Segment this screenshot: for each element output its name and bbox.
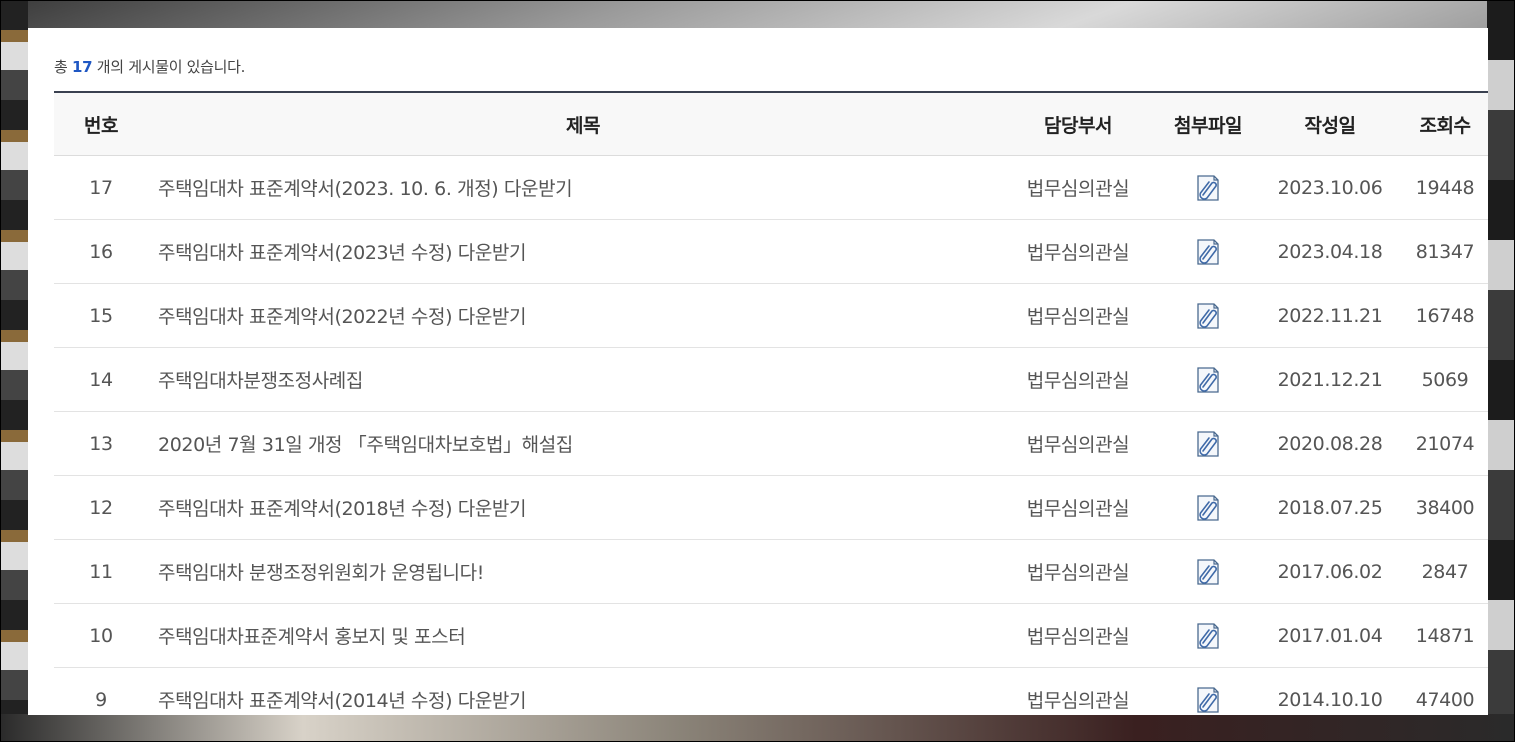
row-attachment-cell <box>1148 667 1268 715</box>
row-number: 14 <box>54 347 148 412</box>
row-views: 81347 <box>1392 219 1488 284</box>
row-attachment-cell <box>1148 219 1268 284</box>
row-dept: 법무심의관실 <box>1008 539 1148 604</box>
board-panel: 총 17 개의 게시물이 있습니다. 번호 제목 담당부서 첨부파일 작성일 조… <box>28 28 1488 715</box>
header-date: 작성일 <box>1268 92 1392 156</box>
row-title-cell: 주택임대차분쟁조정사례집 <box>148 347 1008 412</box>
row-dept: 법무심의관실 <box>1008 475 1148 540</box>
row-date: 2022.11.21 <box>1268 283 1392 348</box>
header-dept: 담당부서 <box>1008 92 1148 156</box>
table-header: 번호 제목 담당부서 첨부파일 작성일 조회수 <box>54 92 1488 156</box>
row-views: 14871 <box>1392 603 1488 668</box>
paperclip-icon[interactable] <box>1194 301 1222 331</box>
row-title-cell: 주택임대차 표준계약서(2023년 수정) 다운받기 <box>148 219 1008 284</box>
row-views: 47400 <box>1392 667 1488 715</box>
row-title-link[interactable]: 주택임대차 표준계약서(2023. 10. 6. 개정) 다운받기 <box>158 178 573 200</box>
board-table: 번호 제목 담당부서 첨부파일 작성일 조회수 17 주택임대차 표준계약서(2… <box>54 91 1488 715</box>
row-title-cell: 주택임대차 표준계약서(2022년 수정) 다운받기 <box>148 283 1008 348</box>
table-row: 11 주택임대차 분쟁조정위원회가 운영됩니다! 법무심의관실 2017.06.… <box>54 539 1488 604</box>
row-title-link[interactable]: 주택임대차표준계약서 홍보지 및 포스터 <box>158 626 466 648</box>
row-views: 16748 <box>1392 283 1488 348</box>
row-number: 16 <box>54 219 148 284</box>
post-count-summary: 총 17 개의 게시물이 있습니다. <box>54 56 245 77</box>
table-row: 13 2020년 7월 31일 개정 「주택임대차보호법」해설집 법무심의관실 … <box>54 411 1488 476</box>
table-row: 14 주택임대차분쟁조정사례집 법무심의관실 2021.12.21 5069 <box>54 347 1488 412</box>
paperclip-icon[interactable] <box>1194 557 1222 587</box>
background-left-bookshelf <box>0 0 28 742</box>
background-bottom-furniture <box>0 714 1515 742</box>
row-title-cell: 주택임대차 분쟁조정위원회가 운영됩니다! <box>148 539 1008 604</box>
row-title-cell: 주택임대차 표준계약서(2018년 수정) 다운받기 <box>148 475 1008 540</box>
row-number: 15 <box>54 283 148 348</box>
row-number: 10 <box>54 603 148 668</box>
row-date: 2023.04.18 <box>1268 219 1392 284</box>
table-row: 16 주택임대차 표준계약서(2023년 수정) 다운받기 법무심의관실 202… <box>54 219 1488 284</box>
table-row: 9 주택임대차 표준계약서(2014년 수정) 다운받기 법무심의관실 2014… <box>54 667 1488 715</box>
row-number: 12 <box>54 475 148 540</box>
row-number: 13 <box>54 411 148 476</box>
row-number: 11 <box>54 539 148 604</box>
row-date: 2023.10.06 <box>1268 155 1392 220</box>
row-title-cell: 2020년 7월 31일 개정 「주택임대차보호법」해설집 <box>148 411 1008 476</box>
header-file: 첨부파일 <box>1148 92 1268 156</box>
row-dept: 법무심의관실 <box>1008 411 1148 476</box>
row-views: 21074 <box>1392 411 1488 476</box>
paperclip-icon[interactable] <box>1194 685 1222 715</box>
row-dept: 법무심의관실 <box>1008 603 1148 668</box>
summary-suffix: 개의 게시물이 있습니다. <box>96 58 246 76</box>
table-row: 17 주택임대차 표준계약서(2023. 10. 6. 개정) 다운받기 법무심… <box>54 155 1488 220</box>
row-attachment-cell <box>1148 155 1268 220</box>
paperclip-icon[interactable] <box>1194 493 1222 523</box>
row-attachment-cell <box>1148 539 1268 604</box>
header-title: 제목 <box>148 92 1008 156</box>
row-title-link[interactable]: 주택임대차 분쟁조정위원회가 운영됩니다! <box>158 562 484 584</box>
row-dept: 법무심의관실 <box>1008 219 1148 284</box>
row-views: 2847 <box>1392 539 1488 604</box>
row-title-link[interactable]: 주택임대차 표준계약서(2018년 수정) 다운받기 <box>158 498 526 520</box>
table-row: 10 주택임대차표준계약서 홍보지 및 포스터 법무심의관실 2017.01.0… <box>54 603 1488 668</box>
row-dept: 법무심의관실 <box>1008 283 1148 348</box>
paperclip-icon[interactable] <box>1194 237 1222 267</box>
row-attachment-cell <box>1148 475 1268 540</box>
paperclip-icon[interactable] <box>1194 621 1222 651</box>
row-attachment-cell <box>1148 283 1268 348</box>
table-row: 15 주택임대차 표준계약서(2022년 수정) 다운받기 법무심의관실 202… <box>54 283 1488 348</box>
row-views: 5069 <box>1392 347 1488 412</box>
row-number: 9 <box>54 667 148 715</box>
row-title-cell: 주택임대차표준계약서 홍보지 및 포스터 <box>148 603 1008 668</box>
paperclip-icon[interactable] <box>1194 365 1222 395</box>
row-dept: 법무심의관실 <box>1008 667 1148 715</box>
row-number: 17 <box>54 155 148 220</box>
row-title-cell: 주택임대차 표준계약서(2014년 수정) 다운받기 <box>148 667 1008 715</box>
header-no: 번호 <box>54 92 148 156</box>
row-attachment-cell <box>1148 603 1268 668</box>
row-attachment-cell <box>1148 411 1268 476</box>
row-date: 2014.10.10 <box>1268 667 1392 715</box>
row-title-link[interactable]: 주택임대차분쟁조정사례집 <box>158 370 363 392</box>
background-right-decor <box>1487 0 1515 742</box>
row-title-link[interactable]: 주택임대차 표준계약서(2014년 수정) 다운받기 <box>158 690 526 712</box>
row-dept: 법무심의관실 <box>1008 155 1148 220</box>
header-row: 번호 제목 담당부서 첨부파일 작성일 조회수 <box>54 92 1488 156</box>
row-views: 38400 <box>1392 475 1488 540</box>
row-attachment-cell <box>1148 347 1268 412</box>
row-views: 19448 <box>1392 155 1488 220</box>
paperclip-icon[interactable] <box>1194 429 1222 459</box>
row-date: 2017.06.02 <box>1268 539 1392 604</box>
paperclip-icon[interactable] <box>1194 173 1222 203</box>
summary-prefix: 총 <box>54 58 68 76</box>
post-count: 17 <box>71 58 93 76</box>
row-date: 2021.12.21 <box>1268 347 1392 412</box>
row-title-link[interactable]: 2020년 7월 31일 개정 「주택임대차보호법」해설집 <box>158 434 573 456</box>
row-date: 2020.08.28 <box>1268 411 1392 476</box>
table-row: 12 주택임대차 표준계약서(2018년 수정) 다운받기 법무심의관실 201… <box>54 475 1488 540</box>
row-dept: 법무심의관실 <box>1008 347 1148 412</box>
row-date: 2017.01.04 <box>1268 603 1392 668</box>
table-body: 17 주택임대차 표준계약서(2023. 10. 6. 개정) 다운받기 법무심… <box>54 155 1488 715</box>
header-views: 조회수 <box>1392 92 1488 156</box>
row-title-cell: 주택임대차 표준계약서(2023. 10. 6. 개정) 다운받기 <box>148 155 1008 220</box>
row-title-link[interactable]: 주택임대차 표준계약서(2023년 수정) 다운받기 <box>158 242 526 264</box>
row-date: 2018.07.25 <box>1268 475 1392 540</box>
row-title-link[interactable]: 주택임대차 표준계약서(2022년 수정) 다운받기 <box>158 306 526 328</box>
